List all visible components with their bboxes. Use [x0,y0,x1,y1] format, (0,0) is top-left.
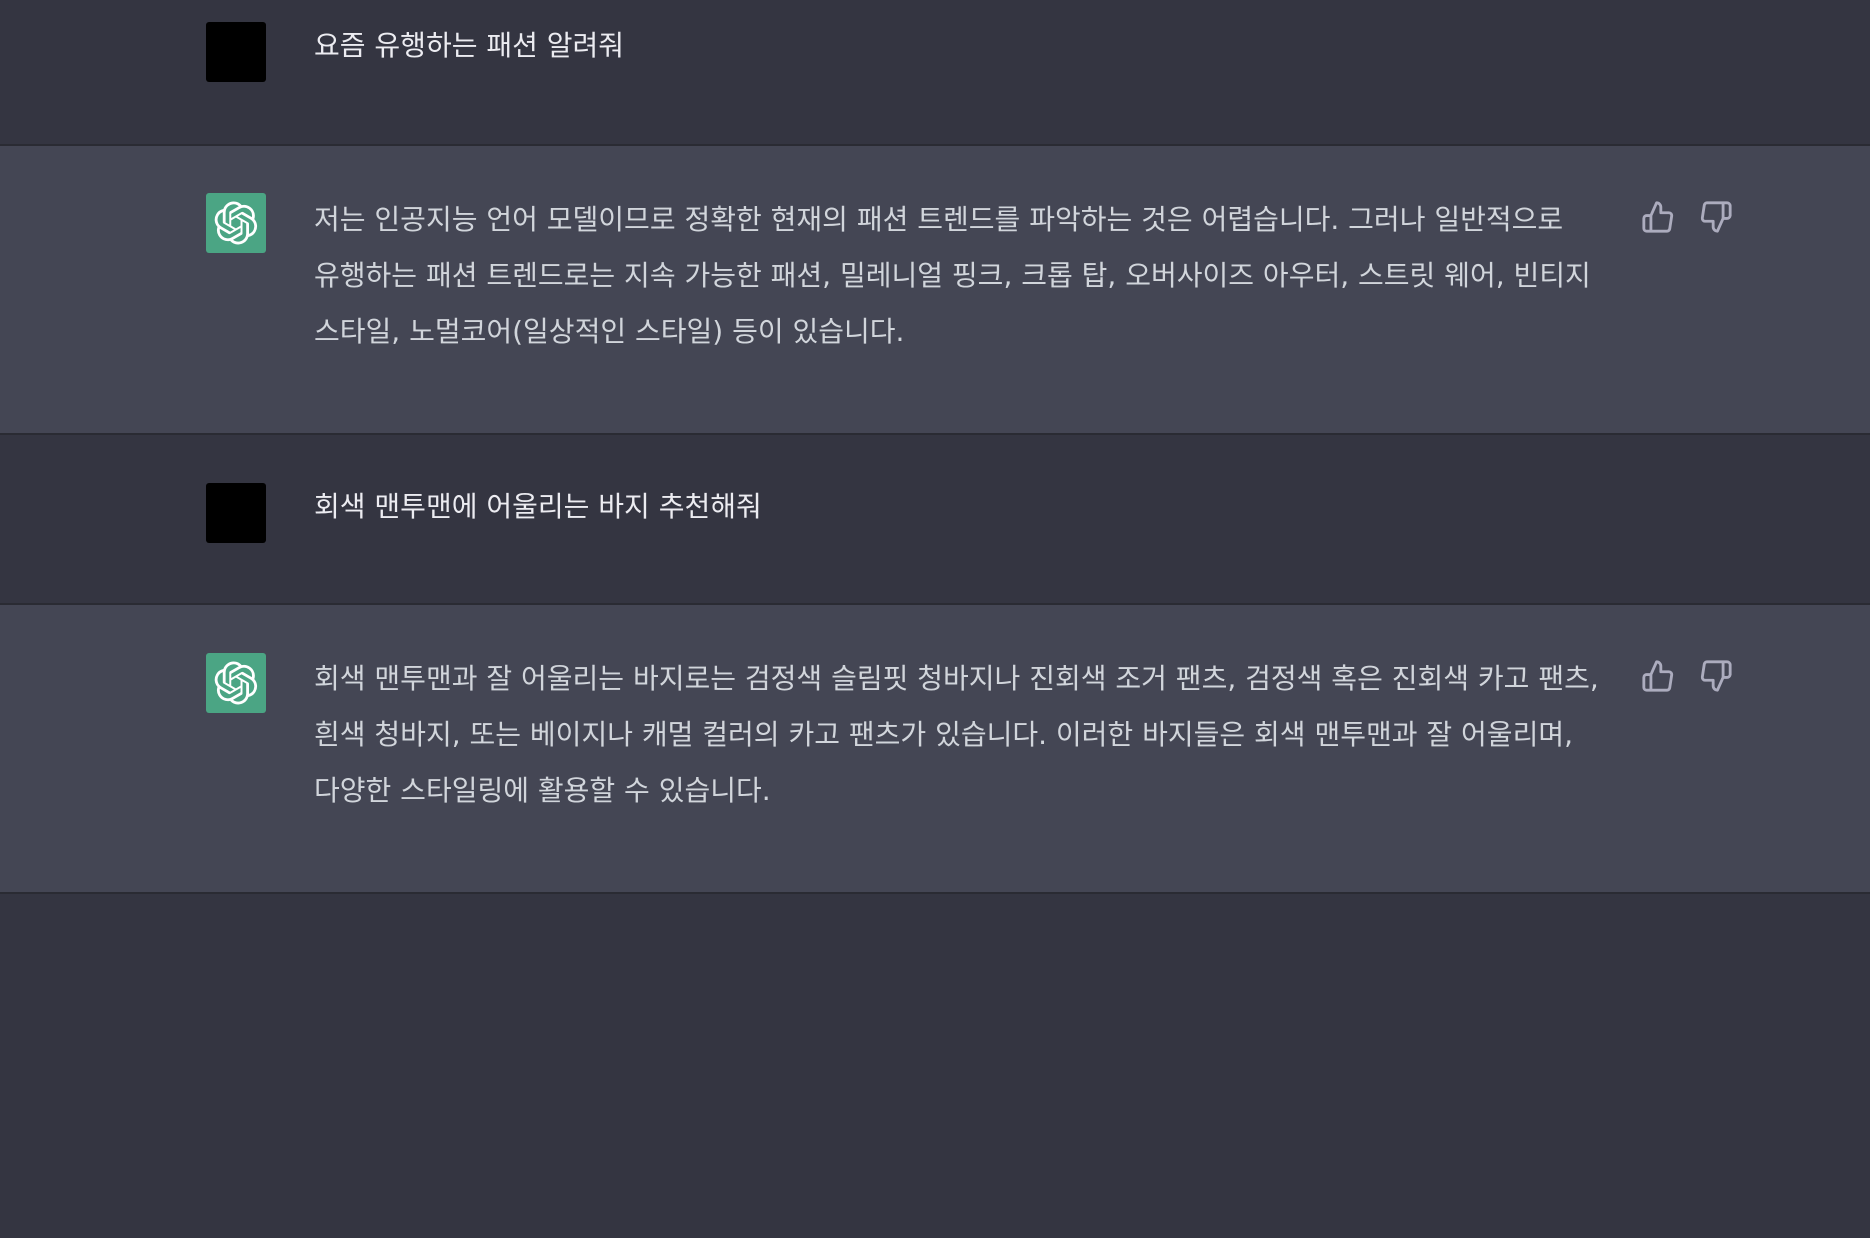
user-message-row: 회색 맨투맨에 어울리는 바지 추천해줘 [0,435,1870,603]
thumbs-down-icon[interactable] [1698,658,1734,694]
feedback-buttons [1640,658,1734,694]
thumbs-up-icon[interactable] [1640,658,1676,694]
user-avatar [206,483,266,543]
user-message-text: 회색 맨투맨에 어울리는 바지 추천해줘 [314,490,762,523]
empty-chat-area [0,894,1870,1238]
user-message-row: 요즘 유행하는 패션 알려줘 [0,0,1870,145]
assistant-message-text: 회색 맨투맨과 잘 어울리는 바지로는 검정색 슬림핏 청바지나 진회색 조거 … [314,662,1599,807]
thumbs-up-icon[interactable] [1640,199,1676,235]
assistant-message-text: 저는 인공지능 언어 모델이므로 정확한 현재의 패션 트렌드를 파악하는 것은… [314,203,1591,348]
feedback-buttons [1640,199,1734,235]
assistant-message-row: 회색 맨투맨과 잘 어울리는 바지로는 검정색 슬림핏 청바지나 진회색 조거 … [0,605,1870,892]
chat-thread: 요즘 유행하는 패션 알려줘 저는 인공지능 언어 모델이므로 정확한 현재의 … [0,0,1870,1238]
user-message-text: 요즘 유행하는 패션 알려줘 [314,29,625,62]
openai-logo-icon [206,193,266,253]
thumbs-down-icon[interactable] [1698,199,1734,235]
openai-logo-icon [206,653,266,713]
assistant-message-row: 저는 인공지능 언어 모델이므로 정확한 현재의 패션 트렌드를 파악하는 것은… [0,146,1870,433]
user-avatar [206,22,266,82]
